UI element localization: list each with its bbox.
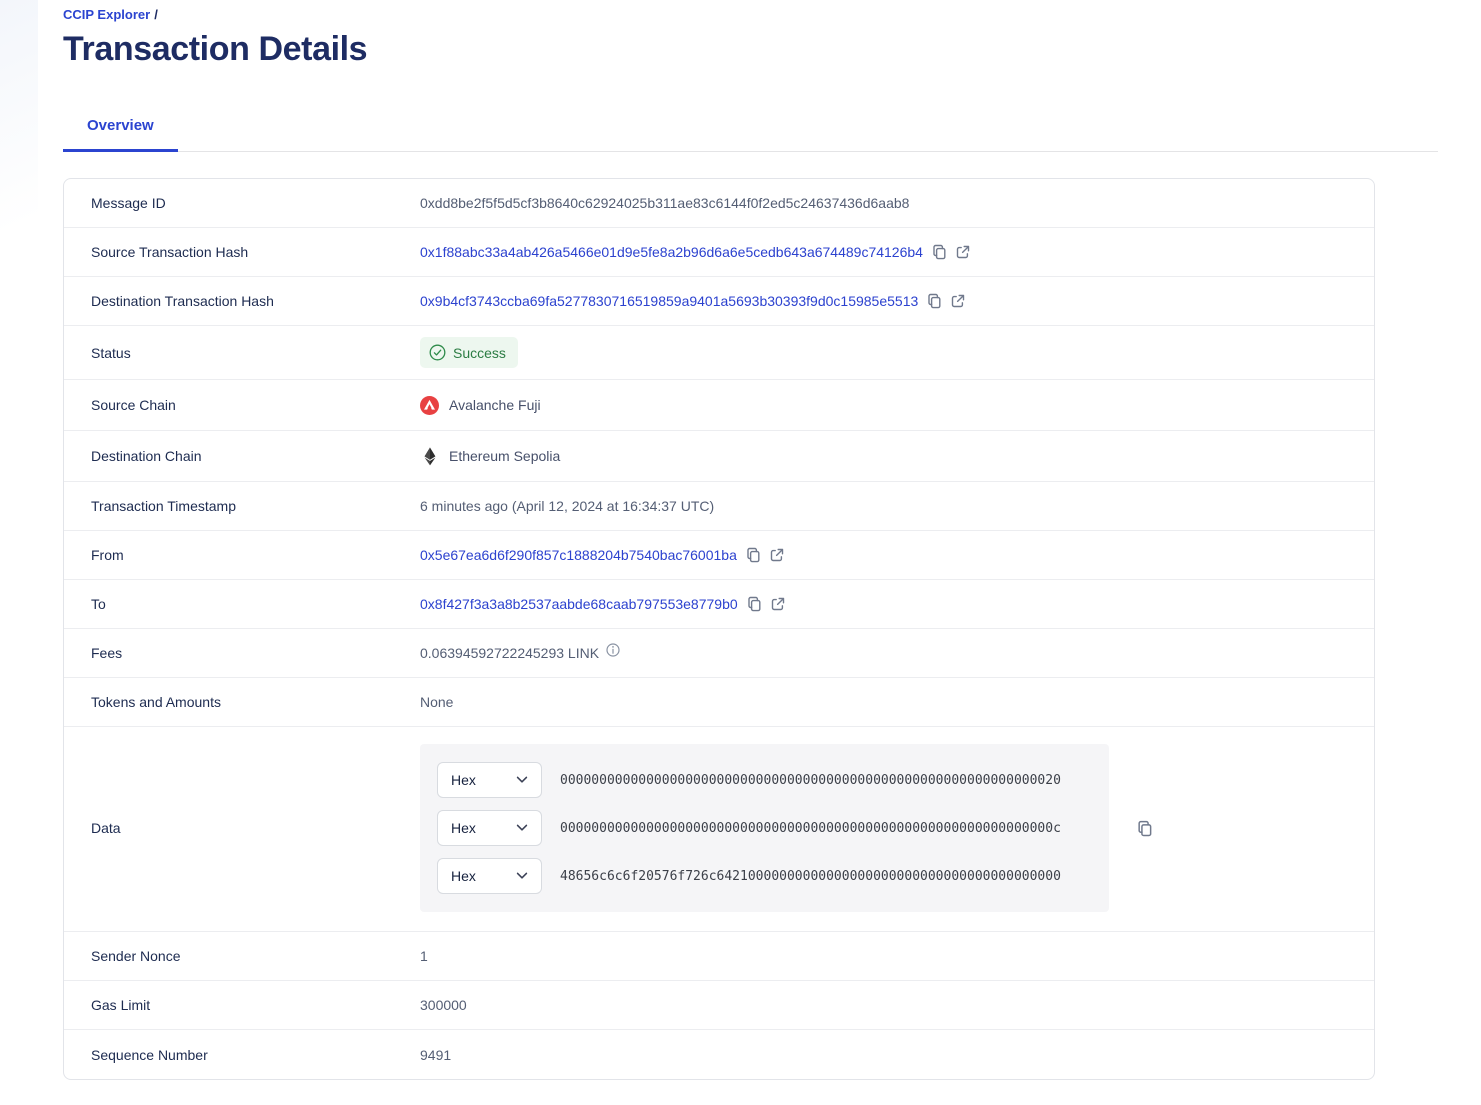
table-row-sequence-number: Sequence Number 9491 (64, 1030, 1374, 1079)
external-link-icon[interactable] (770, 548, 784, 562)
from-address-link[interactable]: 0x5e67ea6d6f290f857c1888204b7540bac76001… (420, 547, 737, 563)
row-label: From (91, 547, 124, 563)
data-hex-line-1: 0000000000000000000000000000000000000000… (560, 772, 1061, 788)
table-row-fees: Fees 0.06394592722245293 LINK (64, 629, 1374, 678)
data-line: Hex 48656c6c6f20576f726c6421000000000000… (437, 858, 1109, 894)
row-label: Destination Chain (91, 448, 202, 464)
row-label: Transaction Timestamp (91, 498, 236, 514)
table-row-tokens: Tokens and Amounts None (64, 678, 1374, 727)
table-row-timestamp: Transaction Timestamp 6 minutes ago (Apr… (64, 482, 1374, 531)
copy-icon[interactable] (927, 293, 942, 309)
table-row-message-id: Message ID 0xdd8be2f5f5d5cf3b8640c629240… (64, 179, 1374, 228)
source-tx-hash-link[interactable]: 0x1f88abc33a4ab426a5466e01d9e5fe8a2b96d6… (420, 244, 923, 260)
transaction-details-card: Message ID 0xdd8be2f5f5d5cf3b8640c629240… (63, 178, 1375, 1080)
external-link-icon[interactable] (956, 245, 970, 259)
row-label: Fees (91, 645, 123, 661)
table-row-source-tx-hash: Source Transaction Hash 0x1f88abc33a4ab4… (64, 228, 1374, 277)
copy-icon[interactable] (747, 596, 762, 612)
row-label: Destination Transaction Hash (91, 293, 274, 309)
hex-format-select-value: Hex (451, 820, 476, 836)
breadcrumb: CCIP Explorer / (63, 7, 1438, 22)
breadcrumb-ccip-explorer-link[interactable]: CCIP Explorer (63, 7, 150, 22)
row-label: Tokens and Amounts (91, 694, 221, 710)
check-circle-icon (429, 344, 446, 361)
page-title: Transaction Details (63, 30, 368, 68)
data-hex-line-3: 48656c6c6f20576f726c64210000000000000000… (560, 868, 1061, 884)
gas-limit-value: 300000 (420, 997, 467, 1013)
hex-format-select[interactable]: Hex (437, 858, 542, 894)
row-label: Source Transaction Hash (91, 244, 249, 260)
table-row-dest-chain: Destination Chain Ethereum Sepolia (64, 431, 1374, 482)
fees-value: 0.06394592722245293 LINK (420, 645, 600, 661)
hex-format-select-value: Hex (451, 772, 476, 788)
status-badge: Success (420, 337, 518, 368)
sender-nonce-value: 1 (420, 948, 428, 964)
table-row-sender-nonce: Sender Nonce 1 (64, 932, 1374, 981)
info-icon[interactable] (606, 643, 620, 657)
table-row-to: To 0x8f427f3a3a8b2537aabde68caab797553e8… (64, 580, 1374, 629)
external-link-icon[interactable] (771, 597, 785, 611)
row-label: Sequence Number (91, 1046, 208, 1063)
row-label: Sender Nonce (91, 948, 181, 964)
table-row-source-chain: Source Chain Avalanche Fuji (64, 380, 1374, 431)
data-line: Hex 000000000000000000000000000000000000… (437, 762, 1109, 798)
external-link-icon[interactable] (951, 294, 965, 308)
copy-icon[interactable] (1137, 820, 1153, 837)
chevron-down-icon (516, 824, 528, 832)
data-hex-panel: Hex 000000000000000000000000000000000000… (420, 744, 1109, 912)
tokens-value: None (420, 694, 454, 710)
hex-format-select[interactable]: Hex (437, 810, 542, 846)
dest-tx-hash-link[interactable]: 0x9b4cf3743ccba69fa5277830716519859a9401… (420, 293, 918, 309)
hex-format-select[interactable]: Hex (437, 762, 542, 798)
tab-overview[interactable]: Overview (63, 117, 178, 152)
chevron-down-icon (516, 872, 528, 880)
copy-icon[interactable] (932, 244, 947, 260)
tab-bar: Overview (63, 117, 1438, 152)
to-address-link[interactable]: 0x8f427f3a3a8b2537aabde68caab797553e8779… (420, 596, 738, 612)
copy-icon[interactable] (746, 547, 761, 563)
timestamp-value: 6 minutes ago (April 12, 2024 at 16:34:3… (420, 498, 715, 514)
data-hex-line-2: 0000000000000000000000000000000000000000… (560, 820, 1061, 836)
source-chain-name: Avalanche Fuji (449, 397, 541, 413)
table-row-from: From 0x5e67ea6d6f290f857c1888204b7540bac… (64, 531, 1374, 580)
avalanche-logo-icon (420, 395, 439, 415)
table-row-status: Status Success (64, 326, 1374, 380)
table-row-gas-limit: Gas Limit 300000 (64, 981, 1374, 1030)
row-label: Message ID (91, 195, 166, 211)
data-line: Hex 000000000000000000000000000000000000… (437, 810, 1109, 846)
status-badge-label: Success (453, 344, 506, 361)
row-label: Status (91, 344, 131, 361)
sequence-number-value: 9491 (420, 1046, 452, 1063)
row-label: Source Chain (91, 397, 176, 413)
ethereum-logo-icon (420, 447, 439, 466)
row-label: To (91, 596, 106, 612)
table-row-dest-tx-hash: Destination Transaction Hash 0x9b4cf3743… (64, 277, 1374, 326)
row-label: Gas Limit (91, 997, 151, 1013)
message-id-value: 0xdd8be2f5f5d5cf3b8640c62924025b311ae83c… (420, 195, 910, 211)
breadcrumb-separator: / (154, 7, 158, 22)
dest-chain-name: Ethereum Sepolia (449, 448, 561, 464)
hex-format-select-value: Hex (451, 868, 476, 884)
row-label: Data (91, 820, 121, 836)
table-row-data: Data Hex 0000000000000000000000000000000… (64, 727, 1374, 932)
chevron-down-icon (516, 776, 528, 784)
transaction-details-page: CCIP Explorer / Transaction Details Overv… (0, 0, 1481, 1080)
